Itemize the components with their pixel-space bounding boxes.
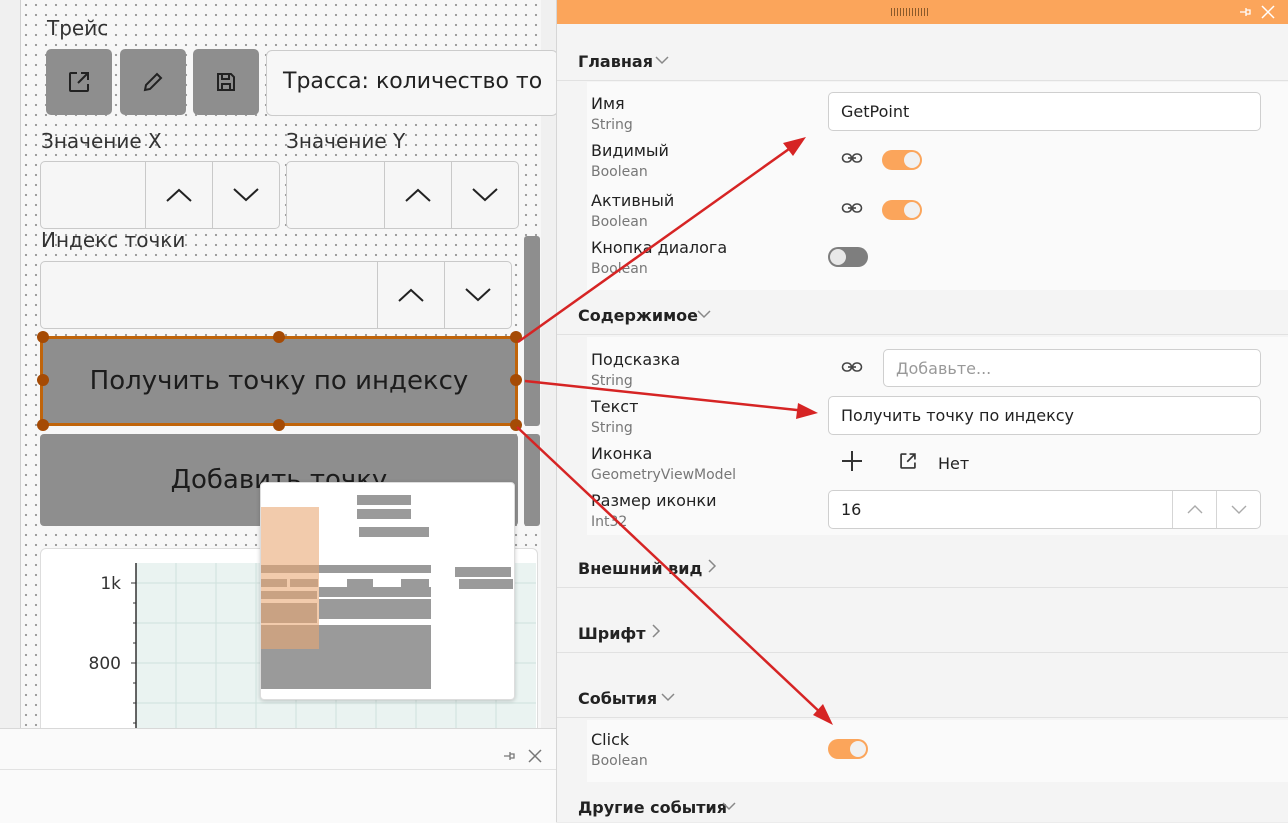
icon-size-down-button[interactable] [1216, 491, 1260, 528]
designer-surface[interactable]: Трейс Трасса: количество то Значение X З… [0, 0, 556, 728]
dialog-button-toggle[interactable] [828, 247, 868, 267]
section-content-header[interactable]: Содержимое [557, 294, 1288, 335]
prop-name-type: String [591, 117, 633, 133]
section-main-header[interactable]: Главная [557, 40, 1288, 81]
properties-panel: Главная Имя String GetPoint Видимый Bool… [556, 0, 1288, 822]
name-input[interactable]: GetPoint [828, 92, 1261, 131]
close-icon[interactable] [1261, 5, 1275, 19]
annotation-arrows-left [0, 0, 556, 728]
chevron-down-icon [661, 693, 675, 702]
chevron-right-icon [708, 559, 717, 573]
properties-panel-header[interactable] [557, 0, 1288, 24]
active-toggle[interactable] [882, 200, 922, 220]
chevron-down-icon [1231, 505, 1246, 514]
visible-toggle[interactable] [882, 150, 922, 170]
bottom-panel [0, 728, 556, 823]
icon-size-up-button[interactable] [1172, 491, 1216, 528]
section-events-body [587, 720, 1288, 782]
link-icon[interactable] [841, 199, 863, 217]
grip-icon[interactable] [891, 8, 931, 16]
section-font-title: Шрифт [578, 624, 646, 643]
section-other-events-title: Другие события [578, 798, 727, 817]
prop-click-label: Click [591, 730, 630, 749]
plus-icon[interactable] [841, 450, 863, 472]
prop-tooltip-label: Подсказка [591, 350, 681, 369]
prop-text-type: String [591, 420, 633, 436]
click-toggle[interactable] [828, 739, 868, 759]
tooltip-placeholder: Добавьте... [896, 358, 992, 378]
tooltip-input[interactable]: Добавьте... [883, 349, 1261, 387]
pin-icon[interactable] [1238, 5, 1252, 19]
section-main-title: Главная [578, 52, 653, 71]
chevron-right-icon [652, 624, 661, 638]
divider [0, 769, 556, 770]
prop-name-label: Имя [591, 94, 625, 113]
section-events-header[interactable]: События [557, 677, 1288, 718]
section-events-title: События [578, 689, 658, 708]
open-external-icon[interactable] [898, 451, 918, 471]
prop-tooltip-type: String [591, 373, 633, 389]
prop-icon-size-label: Размер иконки [591, 491, 717, 510]
prop-icon-type: GeometryViewModel [591, 467, 737, 483]
prop-dialog-button-type: Boolean [591, 261, 648, 277]
icon-size-spinner[interactable]: 16 [828, 490, 1261, 529]
chevron-up-icon [1187, 505, 1202, 514]
text-input-value: Получить точку по индексу [841, 406, 1075, 425]
section-content-title: Содержимое [578, 306, 699, 325]
prop-icon-label: Иконка [591, 444, 653, 463]
section-appearance-title: Внешний вид [578, 559, 703, 578]
icon-size-value: 16 [841, 500, 862, 519]
section-font-header[interactable]: Шрифт [557, 612, 1288, 653]
close-icon[interactable] [528, 749, 542, 763]
prop-visible-type: Boolean [591, 164, 648, 180]
link-icon[interactable] [841, 358, 863, 376]
link-icon[interactable] [841, 149, 863, 167]
section-appearance-header[interactable]: Внешний вид [557, 547, 1288, 588]
prop-visible-label: Видимый [591, 141, 669, 160]
prop-dialog-button-label: Кнопка диалога [591, 238, 728, 257]
prop-click-type: Boolean [591, 753, 648, 769]
prop-active-type: Boolean [591, 214, 648, 230]
pin-icon[interactable] [502, 749, 516, 763]
section-other-events-header[interactable]: Другие события [557, 786, 1288, 822]
icon-value: Нет [938, 454, 970, 473]
chevron-down-icon [697, 310, 711, 319]
text-input[interactable]: Получить точку по индексу [828, 396, 1261, 435]
chevron-down-icon [722, 802, 736, 811]
name-input-value: GetPoint [841, 102, 910, 121]
prop-text-label: Текст [591, 397, 639, 416]
prop-icon-size-type: Int32 [591, 514, 628, 530]
prop-active-label: Активный [591, 191, 675, 210]
chevron-down-icon [655, 56, 669, 65]
